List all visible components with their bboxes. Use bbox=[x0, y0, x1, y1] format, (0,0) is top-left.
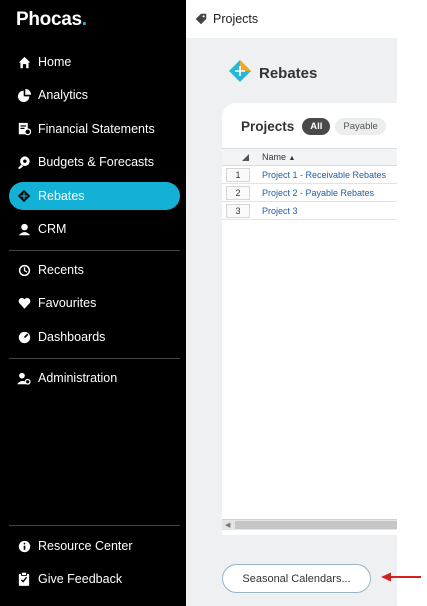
sidebar-item-label: Recents bbox=[38, 263, 84, 277]
phocas-logo[interactable]: Phocas. bbox=[16, 9, 87, 31]
page-header: Rebates bbox=[229, 60, 317, 87]
feedback-icon bbox=[17, 572, 31, 586]
financial-statements-icon bbox=[17, 122, 31, 136]
projects-card-header: Projects All Payable bbox=[241, 118, 391, 135]
sidebar-item-financial-statements[interactable]: Financial Statements bbox=[9, 115, 180, 143]
info-icon bbox=[17, 539, 31, 553]
budgets-icon bbox=[17, 155, 31, 169]
sidebar-item-label: CRM bbox=[38, 222, 67, 236]
breadcrumb[interactable]: Projects bbox=[213, 12, 258, 26]
sidebar-item-recents[interactable]: Recents bbox=[9, 256, 180, 284]
row-number: 3 bbox=[226, 203, 250, 218]
project-link[interactable]: Project 1 - Receivable Rebates bbox=[250, 170, 386, 180]
project-link[interactable]: Project 2 - Payable Rebates bbox=[250, 188, 374, 198]
analytics-icon bbox=[17, 88, 31, 102]
sidebar-item-administration[interactable]: Administration bbox=[9, 364, 180, 392]
page-title: Rebates bbox=[259, 65, 318, 82]
main-area: Rebates Projects All Payable Name ▲ 1 Pr… bbox=[186, 38, 397, 606]
select-all-corner[interactable] bbox=[222, 153, 255, 161]
sidebar: Phocas. Home Analytics Financial Stateme… bbox=[0, 0, 186, 606]
sidebar-divider bbox=[9, 358, 180, 359]
sidebar-item-budgets-forecasts[interactable]: Budgets & Forecasts bbox=[9, 148, 180, 176]
sort-ascending-icon: ▲ bbox=[288, 155, 296, 162]
projects-title: Projects bbox=[241, 119, 295, 134]
sidebar-item-label: Dashboards bbox=[38, 330, 106, 344]
sidebar-item-label: Home bbox=[38, 55, 72, 69]
sidebar-item-crm[interactable]: CRM bbox=[9, 215, 180, 243]
recents-icon bbox=[17, 263, 31, 277]
sidebar-item-label: Budgets & Forecasts bbox=[38, 155, 155, 169]
horizontal-scrollbar[interactable]: ◀ bbox=[222, 519, 397, 530]
projects-grid: Name ▲ 1 Project 1 - Receivable Rebates … bbox=[222, 148, 397, 220]
sidebar-item-home[interactable]: Home bbox=[9, 48, 180, 76]
sidebar-item-dashboards[interactable]: Dashboards bbox=[9, 323, 180, 351]
sidebar-item-label: Give Feedback bbox=[38, 572, 123, 586]
sidebar-item-analytics[interactable]: Analytics bbox=[9, 81, 180, 109]
sidebar-item-label: Favourites bbox=[38, 296, 97, 310]
crm-icon bbox=[17, 222, 31, 236]
rebates-icon bbox=[17, 189, 31, 203]
sidebar-divider bbox=[9, 525, 180, 526]
dashboard-icon bbox=[17, 330, 31, 344]
table-row[interactable]: 2 Project 2 - Payable Rebates bbox=[222, 184, 397, 202]
sidebar-divider bbox=[9, 250, 180, 251]
grid-header: Name ▲ bbox=[222, 148, 397, 166]
sidebar-item-favourites[interactable]: Favourites bbox=[9, 289, 180, 317]
rebates-logo-icon bbox=[229, 60, 251, 87]
seasonal-calendars-button[interactable]: Seasonal Calendars... bbox=[222, 564, 371, 593]
scroll-left-icon[interactable]: ◀ bbox=[225, 521, 230, 529]
top-bar: Projects bbox=[186, 0, 397, 38]
annotation-arrow-icon bbox=[381, 572, 421, 582]
tag-icon bbox=[195, 13, 207, 25]
sidebar-item-give-feedback[interactable]: Give Feedback bbox=[9, 565, 180, 593]
table-row[interactable]: 1 Project 1 - Receivable Rebates bbox=[222, 166, 397, 184]
sidebar-item-rebates[interactable]: Rebates bbox=[9, 182, 180, 210]
projects-card: Projects All Payable Name ▲ 1 Project 1 … bbox=[222, 103, 397, 535]
sidebar-item-resource-center[interactable]: Resource Center bbox=[9, 532, 180, 560]
row-number: 1 bbox=[226, 167, 250, 182]
heart-icon bbox=[17, 296, 31, 310]
sidebar-item-label: Analytics bbox=[38, 88, 89, 102]
administration-icon bbox=[17, 371, 31, 385]
row-number: 2 bbox=[226, 185, 250, 200]
table-row[interactable]: 3 Project 3 bbox=[222, 202, 397, 220]
sidebar-item-label: Rebates bbox=[38, 189, 85, 203]
scrollbar-thumb[interactable] bbox=[235, 521, 397, 529]
filter-all[interactable]: All bbox=[302, 118, 331, 135]
home-icon bbox=[17, 55, 31, 69]
sidebar-item-label: Financial Statements bbox=[38, 122, 155, 136]
sidebar-item-label: Administration bbox=[38, 371, 118, 385]
project-link[interactable]: Project 3 bbox=[250, 206, 298, 216]
filter-payable[interactable]: Payable bbox=[335, 118, 386, 135]
sidebar-item-label: Resource Center bbox=[38, 539, 133, 553]
column-header-name[interactable]: Name ▲ bbox=[255, 152, 295, 162]
